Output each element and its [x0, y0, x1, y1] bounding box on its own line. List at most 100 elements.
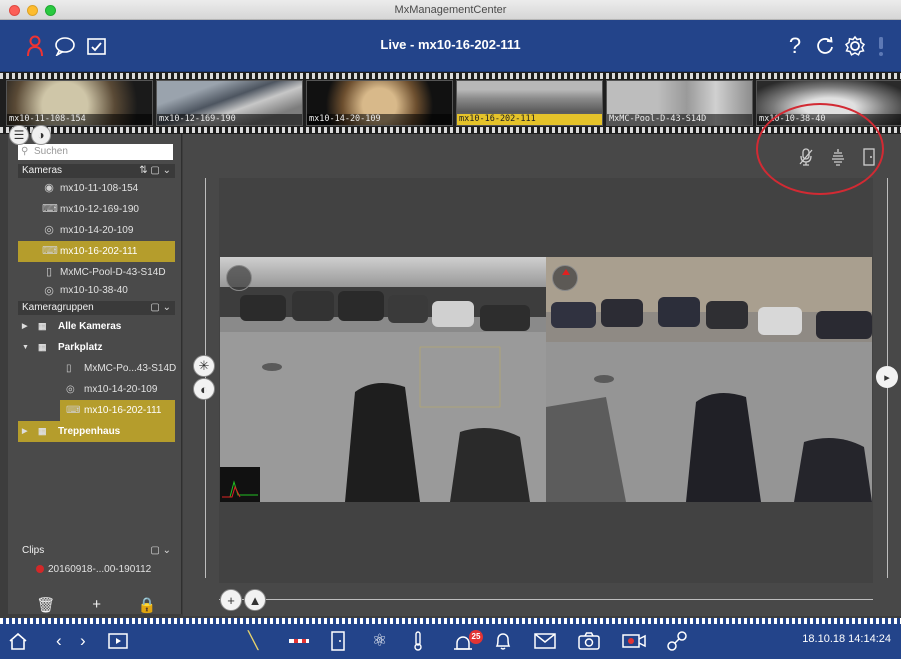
settings-gear-icon[interactable] — [842, 33, 868, 59]
lock-icon[interactable]: 🔒 — [138, 596, 157, 614]
camera-name: mx10-16-202-111 — [60, 246, 138, 257]
camera-thumbnail-active[interactable]: mx10-16-202-111 — [456, 80, 603, 126]
group-item[interactable]: ▶ ▦ Alle Kameras — [18, 316, 175, 337]
hemispheric-camera-icon: ◎ — [44, 285, 54, 297]
ptz-control-icon[interactable] — [226, 265, 252, 291]
grid-icon: ▦ — [38, 426, 47, 436]
zoom-in-icon[interactable]: + — [220, 589, 242, 611]
help-icon[interactable]: ? — [782, 33, 808, 59]
playback-icon[interactable] — [108, 630, 128, 652]
search-input[interactable]: ⚲ Suchen — [18, 144, 173, 160]
highlight-ellipse — [756, 103, 884, 195]
group-camera-item-selected[interactable]: ⌨ mx10-16-202-111 — [60, 400, 175, 421]
camera-name: MxMC-Pool-D-43-S14D — [60, 267, 166, 278]
thumbnail-label: mx10-16-202-111 — [457, 114, 602, 125]
camera-name: mx10-12-169-190 — [60, 204, 139, 215]
thumbnail-label: mx10-11-108-154 — [7, 114, 152, 125]
camera-name: MxMC-Po...43-S14D — [84, 363, 177, 374]
box-camera-icon: ◉ — [44, 182, 54, 194]
wand-icon[interactable]: ╲ — [248, 630, 258, 652]
dome-camera-icon: ⌨ — [66, 405, 81, 416]
back-icon[interactable]: ‹ — [56, 630, 62, 652]
clips-section-header[interactable]: Clips ▢ ⌄ — [18, 544, 175, 558]
clip-list-item[interactable]: 20160918-...00-190112 — [36, 564, 151, 575]
expand-arrow-icon[interactable]: ▶ — [22, 316, 27, 337]
bottom-divider-line — [219, 599, 873, 600]
up-arrow-icon — [562, 269, 570, 275]
camera-thumbnail[interactable]: mx10-14-20-109 — [306, 80, 453, 126]
group-name: Treppenhaus — [58, 426, 121, 437]
group-name: Parkplatz — [58, 342, 103, 353]
window-title: MxManagementCenter — [394, 4, 507, 16]
trash-icon[interactable]: 🗑 — [36, 596, 55, 614]
speaker-icon[interactable]: ▸ — [876, 366, 898, 388]
layout-toggle-icon[interactable]: ◑ — [31, 125, 51, 145]
grid-icon: ▦ — [38, 342, 47, 352]
reload-icon[interactable] — [812, 33, 838, 59]
sidebar: ⚲ Suchen Kameras ⇅ ▢ ⌄ ◉ mx10-11-108-154 … — [8, 134, 182, 614]
contrast-icon[interactable]: ◐ — [193, 378, 215, 400]
door-icon[interactable] — [330, 630, 346, 652]
alarm-count-badge: 25 — [469, 630, 483, 644]
forward-icon[interactable]: › — [80, 630, 86, 652]
camera-name: mx10-14-20-109 — [60, 225, 134, 236]
add-icon[interactable]: + — [92, 596, 101, 613]
camera-name: mx10-14-20-109 — [84, 384, 158, 395]
camera-thumbnail[interactable]: MxMC-Pool-D-43-S14D — [606, 80, 753, 126]
clips-section-tools[interactable]: ▢ ⌄ — [150, 544, 171, 558]
record-icon[interactable] — [622, 630, 646, 652]
door-camera-icon: ▯ — [45, 266, 53, 278]
view-title: Live - mx10-16-202-111 — [380, 37, 521, 52]
alert-exclamation-icon[interactable] — [874, 33, 888, 59]
group-item-expanded[interactable]: ▼ ▦ Parkplatz — [18, 337, 175, 358]
bottom-toolbar: ‹ › ╲ ⚛ — [0, 624, 901, 659]
collapse-arrow-icon[interactable]: ▼ — [22, 337, 29, 358]
light-icon[interactable]: ⚛ — [372, 630, 387, 652]
app-header: Live - mx10-16-202-111 ? — [0, 20, 901, 72]
image-adjust-icon[interactable]: ▲ — [244, 589, 266, 611]
hemispheric-camera-icon: ◎ — [66, 384, 75, 395]
dome-camera-icon: ⌨ — [42, 203, 58, 215]
link-icon[interactable] — [666, 630, 688, 652]
group-item-selected[interactable]: ▶ ▦ Treppenhaus — [18, 421, 175, 442]
group-camera-item[interactable]: ▯ MxMC-Po...43-S14D — [18, 358, 177, 379]
status-datetime: 18.10.18 14:14:24 — [802, 633, 891, 645]
camera-list-item[interactable]: ⌨ mx10-12-169-190 — [18, 199, 175, 220]
groups-section-tools[interactable]: ▢ ⌄ — [150, 301, 171, 315]
barrier-icon[interactable] — [288, 630, 310, 652]
home-icon[interactable] — [8, 630, 28, 652]
dual-lens-video — [220, 257, 872, 502]
cameras-section-tools[interactable]: ⇅ ▢ ⌄ — [139, 164, 171, 178]
brightness-icon[interactable]: ✳ — [193, 355, 215, 377]
camera-name: mx10-10-38-40 — [60, 285, 128, 296]
video-left-lens[interactable] — [220, 257, 546, 502]
group-name: Alle Kameras — [58, 321, 122, 332]
thumbnail-label: mx10-12-169-190 — [157, 114, 302, 125]
camera-thumbnail[interactable]: mx10-11-108-154 — [6, 80, 153, 126]
thumbnail-label: MxMC-Pool-D-43-S14D — [607, 114, 752, 125]
camera-list-item[interactable]: ▯ MxMC-Pool-D-43-S14D — [18, 262, 175, 283]
mail-icon[interactable] — [534, 630, 556, 652]
video-right-lens[interactable] — [546, 257, 872, 502]
door-camera-icon: ▯ — [66, 363, 72, 374]
camera-thumbnail[interactable]: mx10-12-169-190 — [156, 80, 303, 126]
search-icon: ⚲ — [21, 146, 29, 157]
groups-header-label: Kameragruppen — [22, 302, 94, 313]
thumbnail-label: mx10-14-20-109 — [307, 114, 452, 125]
group-camera-item[interactable]: ◎ mx10-14-20-109 — [18, 379, 175, 400]
camera-list-item-selected[interactable]: ⌨ mx10-16-202-111 — [18, 241, 175, 262]
menu-icon[interactable]: ☰ — [9, 125, 29, 145]
groups-section-header[interactable]: Kameragruppen ▢ ⌄ — [18, 301, 175, 315]
camera-list-item[interactable]: ◎ mx10-10-38-40 — [18, 283, 175, 299]
ptz-control-icon[interactable] — [552, 265, 578, 291]
dome-camera-icon: ⌨ — [42, 245, 58, 257]
film-perforation-top — [0, 73, 901, 79]
cameras-section-header[interactable]: Kameras ⇅ ▢ ⌄ — [18, 164, 175, 178]
bell-icon[interactable] — [494, 630, 512, 652]
camera-list-item[interactable]: ◉ mx10-11-108-154 — [18, 178, 175, 199]
camera-list-item[interactable]: ◎ mx10-14-20-109 — [18, 220, 175, 241]
grid-icon: ▦ — [38, 321, 47, 331]
expand-arrow-icon[interactable]: ▶ — [22, 421, 27, 442]
snapshot-camera-icon[interactable] — [578, 630, 600, 652]
thermometer-icon[interactable] — [412, 630, 424, 652]
